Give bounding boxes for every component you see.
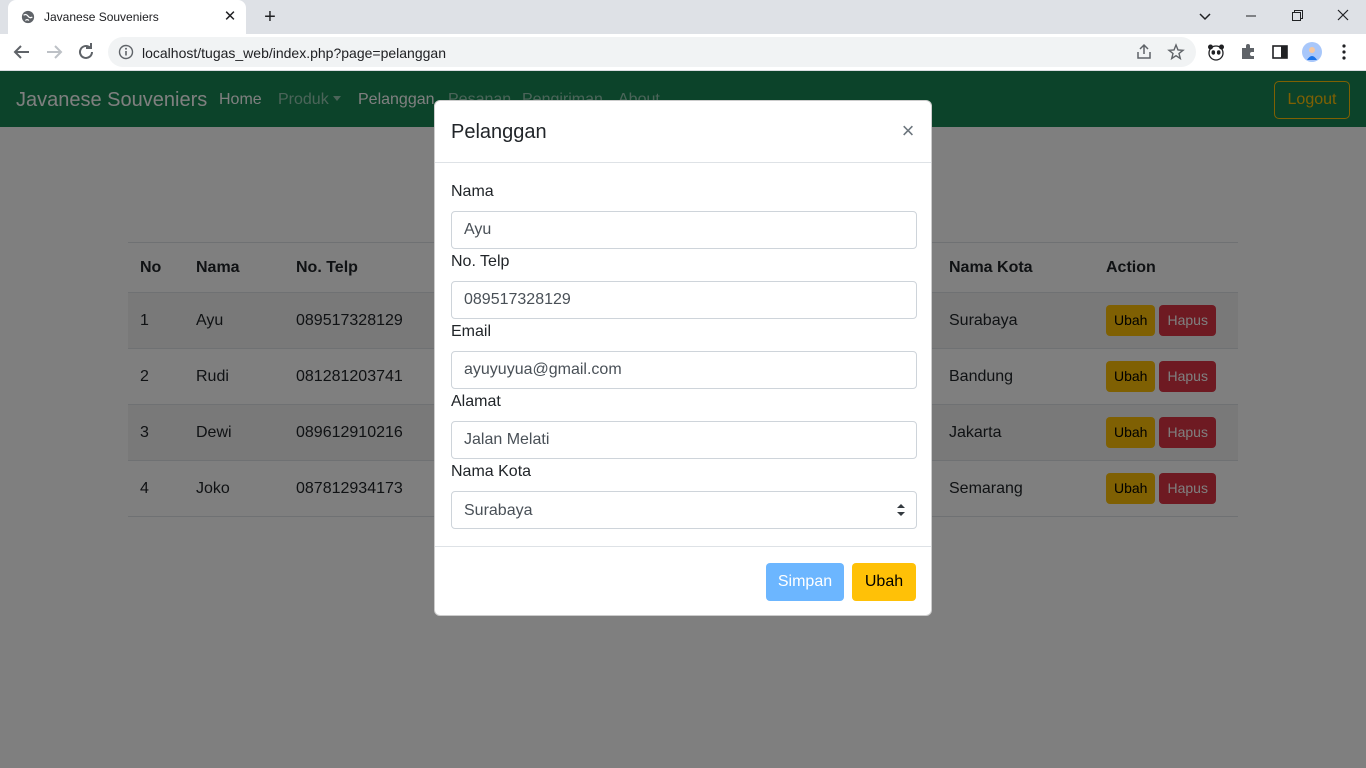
minimize-icon[interactable] xyxy=(1228,0,1274,32)
browser-tab[interactable]: Javanese Souveniers ✕ xyxy=(8,0,246,34)
pelanggan-modal: Pelanggan × Nama No. Telp Email Alamat N… xyxy=(434,100,932,616)
new-tab-icon[interactable]: + xyxy=(259,6,281,28)
alamat-label: Alamat xyxy=(451,393,501,410)
select-updown-icon xyxy=(897,504,905,516)
panda-extension-icon[interactable] xyxy=(1206,42,1226,62)
kota-select-value: Surabaya xyxy=(464,502,533,519)
url-text: localhost/tugas_web/index.php?page=pelan… xyxy=(142,45,446,61)
ubah-submit-button[interactable]: Ubah xyxy=(852,563,916,601)
address-bar[interactable]: localhost/tugas_web/index.php?page=pelan… xyxy=(108,37,1196,67)
kota-select[interactable]: Surabaya xyxy=(451,491,917,529)
share-icon[interactable] xyxy=(1135,43,1153,61)
restore-icon[interactable] xyxy=(1274,0,1320,32)
extensions-puzzle-icon[interactable] xyxy=(1238,42,1258,62)
nama-label: Nama xyxy=(451,183,494,200)
email-label: Email xyxy=(451,323,492,340)
telp-label: No. Telp xyxy=(451,253,510,270)
browser-toolbar: localhost/tugas_web/index.php?page=pelan… xyxy=(0,34,1366,71)
page-viewport: Javanese Souveniers Home Produk Pelangga… xyxy=(0,71,1366,768)
telp-input[interactable] xyxy=(451,281,917,319)
close-icon[interactable]: × xyxy=(899,119,917,143)
close-window-icon[interactable] xyxy=(1320,0,1366,32)
globe-icon xyxy=(21,10,35,24)
bookmark-star-icon[interactable] xyxy=(1167,43,1185,61)
simpan-button[interactable]: Simpan xyxy=(766,563,844,601)
tab-search-chevron-icon[interactable] xyxy=(1182,0,1228,32)
browser-menu-kebab-icon[interactable] xyxy=(1334,42,1354,62)
back-arrow-icon[interactable] xyxy=(9,39,35,65)
profile-avatar-icon[interactable] xyxy=(1302,42,1322,62)
email-input[interactable] xyxy=(451,351,917,389)
forward-arrow-icon[interactable] xyxy=(41,39,67,65)
tab-close-icon[interactable]: ✕ xyxy=(221,8,239,26)
modal-title: Pelanggan xyxy=(451,121,547,143)
tab-title: Javanese Souveniers xyxy=(44,10,159,24)
modal-header: Pelanggan × xyxy=(435,101,931,163)
side-panel-icon[interactable] xyxy=(1270,42,1290,62)
reload-icon[interactable] xyxy=(73,39,99,65)
site-info-icon[interactable] xyxy=(118,44,134,60)
kota-label: Nama Kota xyxy=(451,463,532,480)
modal-footer: Simpan Ubah xyxy=(435,546,931,616)
browser-tab-strip: Javanese Souveniers ✕ + xyxy=(0,0,1366,34)
nama-input[interactable] xyxy=(451,211,917,249)
alamat-input[interactable] xyxy=(451,421,917,459)
